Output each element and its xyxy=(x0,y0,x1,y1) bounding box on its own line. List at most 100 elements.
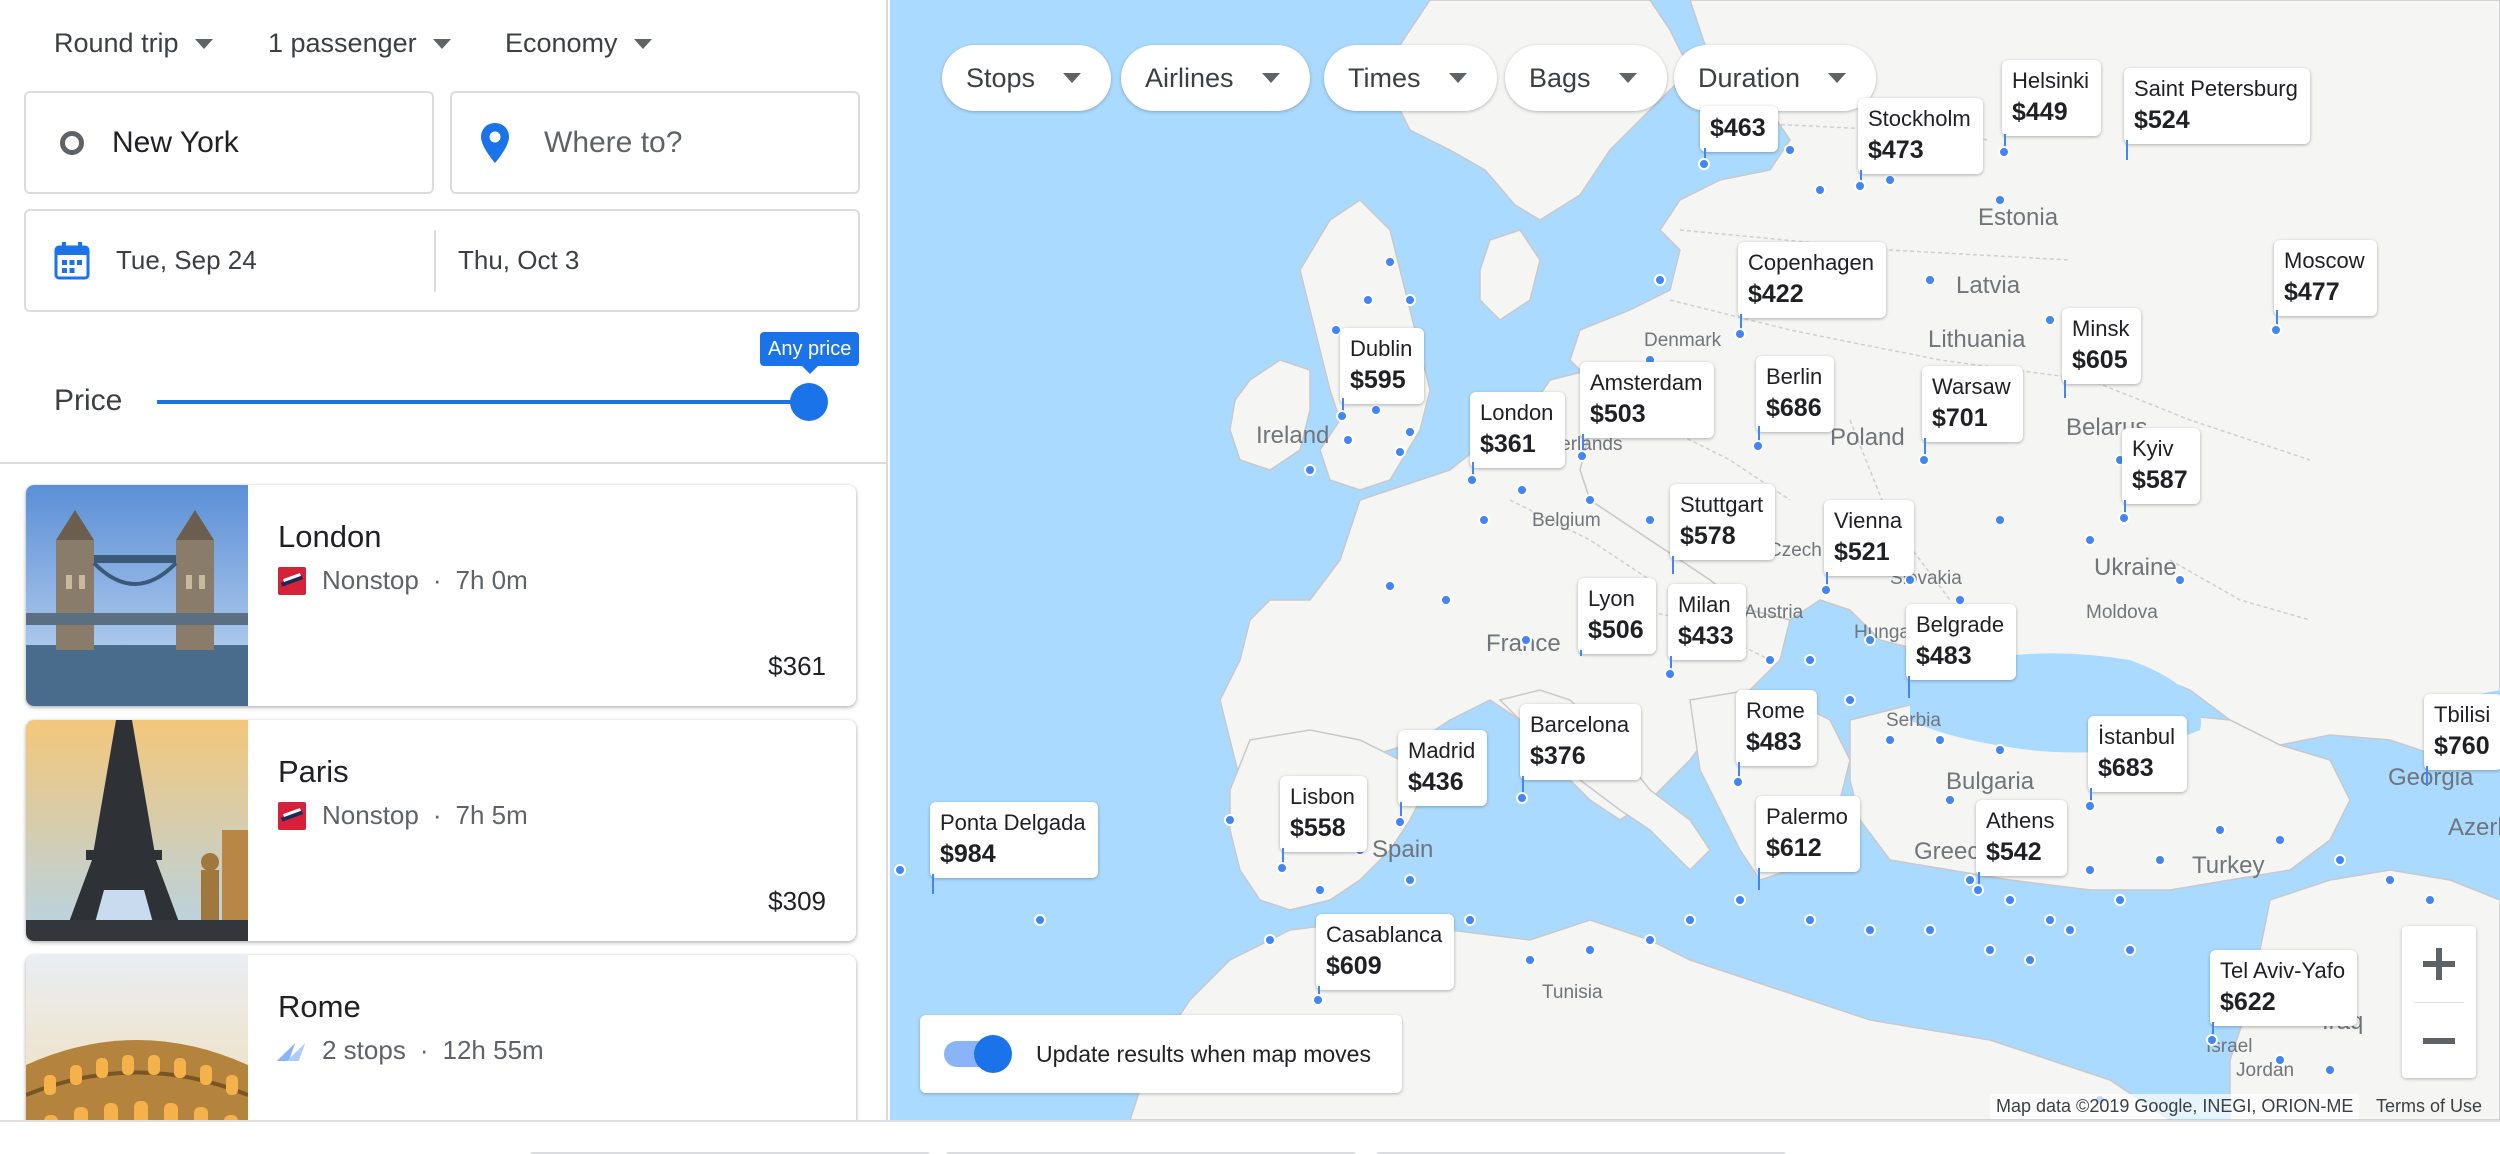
airport-dot[interactable] xyxy=(2064,924,2076,936)
airport-dot[interactable] xyxy=(1934,734,1946,746)
airport-dot[interactable] xyxy=(1394,446,1406,458)
airport-dot[interactable] xyxy=(2154,854,2166,866)
map-label-berlin[interactable]: Berlin $686 xyxy=(1756,356,1835,432)
airport-dot[interactable] xyxy=(1644,514,1656,526)
price-slider-thumb[interactable] xyxy=(790,383,828,421)
airport-dot[interactable] xyxy=(1884,174,1896,186)
date-range-field[interactable]: Tue, Sep 24 Thu, Oct 3 xyxy=(24,209,860,312)
map-label-dublin[interactable]: Dublin $595 xyxy=(1340,328,1425,404)
airport-dot[interactable] xyxy=(1864,924,1876,936)
airport-dot[interactable] xyxy=(1342,434,1354,446)
map-label-moscow[interactable]: Moscow $477 xyxy=(2274,240,2377,316)
airport-dot[interactable] xyxy=(1734,894,1746,906)
airport-dot[interactable] xyxy=(1314,884,1326,896)
map-label-amsterdam[interactable]: Amsterdam $503 xyxy=(1580,362,1715,438)
result-card-london[interactable]: London Nonstop · 7h 0m $361 xyxy=(26,485,856,706)
airport-dot[interactable] xyxy=(1404,426,1416,438)
airport-dot[interactable] xyxy=(1804,654,1816,666)
destination-map[interactable]: Estonia Latvia Lithuania Denmark Belarus… xyxy=(890,0,2500,1120)
cabin-class-select[interactable]: Economy xyxy=(505,28,652,59)
airport-dot[interactable] xyxy=(2214,824,2226,836)
map-label-istanbul[interactable]: İstanbul $683 xyxy=(2088,716,2188,792)
map-label-warsaw[interactable]: Warsaw $701 xyxy=(1922,366,2023,442)
filter-chip-stops[interactable]: Stops xyxy=(942,45,1112,111)
airport-dot[interactable] xyxy=(2044,914,2056,926)
airport-dot[interactable] xyxy=(1784,144,1796,156)
airport-dot[interactable] xyxy=(1516,484,1528,496)
map-label-rome[interactable]: Rome $483 xyxy=(1736,690,1817,766)
map-label-lyon[interactable]: Lyon $506 xyxy=(1578,578,1656,654)
airport-dot[interactable] xyxy=(2274,1054,2286,1066)
trip-type-select[interactable]: Round trip xyxy=(54,28,213,59)
airport-dot[interactable] xyxy=(2084,864,2096,876)
airport-dot[interactable] xyxy=(2114,894,2126,906)
airport-dot[interactable] xyxy=(1384,256,1396,268)
map-label-madrid[interactable]: Madrid $436 xyxy=(1398,730,1488,806)
airport-dot[interactable] xyxy=(1304,464,1316,476)
airport-dot[interactable] xyxy=(1524,954,1536,966)
map-label-casablanca[interactable]: Casablanca $609 xyxy=(1316,914,1455,990)
return-date[interactable]: Thu, Oct 3 xyxy=(458,245,579,276)
airport-dot[interactable] xyxy=(2084,534,2096,546)
map-update-toggle[interactable] xyxy=(944,1035,1012,1073)
airport-dot[interactable] xyxy=(1264,934,1276,946)
airport-dot[interactable] xyxy=(1994,514,2006,526)
passenger-select[interactable]: 1 passenger xyxy=(268,28,451,59)
airport-dot[interactable] xyxy=(1404,874,1416,886)
airport-dot[interactable] xyxy=(2424,894,2436,906)
airport-dot[interactable] xyxy=(1644,934,1656,946)
airport-dot[interactable] xyxy=(1984,944,1996,956)
terms-of-use-link[interactable]: Terms of Use xyxy=(2370,1094,2488,1119)
airport-dot[interactable] xyxy=(1370,404,1382,416)
airport-dot[interactable] xyxy=(1884,734,1896,746)
airport-dot[interactable] xyxy=(1654,274,1666,286)
map-label-minsk[interactable]: Minsk $605 xyxy=(2062,308,2142,384)
map-label-ponta-delgada[interactable]: Ponta Delgada $984 xyxy=(930,802,1098,878)
map-label-tel-aviv[interactable]: Tel Aviv-Yafo $622 xyxy=(2210,950,2358,1026)
airport-dot[interactable] xyxy=(2274,834,2286,846)
airport-dot[interactable] xyxy=(1684,914,1696,926)
airport-dot[interactable] xyxy=(1520,634,1532,646)
map-label-london[interactable]: London $361 xyxy=(1470,392,1566,468)
airport-dot[interactable] xyxy=(1362,294,1374,306)
airport-dot[interactable] xyxy=(2044,314,2056,326)
map-label-saint-petersburg[interactable]: Saint Petersburg $524 xyxy=(2124,68,2310,144)
airport-dot[interactable] xyxy=(2174,574,2186,586)
result-card-paris[interactable]: Paris Nonstop · 7h 5m $309 xyxy=(26,720,856,941)
zoom-in-button[interactable] xyxy=(2402,926,2476,1002)
airport-dot[interactable] xyxy=(1034,914,1046,926)
airport-dot[interactable] xyxy=(894,864,906,876)
map-label-belgrade[interactable]: Belgrade $483 xyxy=(1906,604,2017,680)
airport-dot[interactable] xyxy=(1924,924,1936,936)
map-label-kyiv[interactable]: Kyiv $587 xyxy=(2122,428,2200,504)
map-label-palermo[interactable]: Palermo $612 xyxy=(1756,796,1860,872)
airport-dot[interactable] xyxy=(2124,944,2136,956)
map-label-helsinki[interactable]: Helsinki $449 xyxy=(2002,60,2102,136)
airport-dot[interactable] xyxy=(2004,894,2016,906)
result-card-rome[interactable]: Rome 2 stops · 12h 55m xyxy=(26,955,856,1120)
origin-field[interactable]: New York xyxy=(24,91,434,194)
map-label-athens[interactable]: Athens $542 xyxy=(1976,800,2067,876)
airport-dot[interactable] xyxy=(2384,874,2396,886)
map-label-lisbon[interactable]: Lisbon $558 xyxy=(1280,776,1367,852)
map-label-tbilisi[interactable]: Tbilisi $760 xyxy=(2424,694,2500,770)
airport-dot[interactable] xyxy=(1814,184,1826,196)
airport-dot[interactable] xyxy=(1944,794,1956,806)
airport-dot[interactable] xyxy=(1464,914,1476,926)
airport-dot[interactable] xyxy=(1224,814,1236,826)
filter-chip-bags[interactable]: Bags xyxy=(1505,45,1667,111)
airport-dot[interactable] xyxy=(1994,194,2006,206)
airport-dot[interactable] xyxy=(1404,294,1416,306)
map-update-toggle-card[interactable]: Update results when map moves xyxy=(920,1015,1402,1093)
map-price-label[interactable]: $463 xyxy=(1700,106,1778,152)
airport-dot[interactable] xyxy=(2024,954,2036,966)
airport-dot[interactable] xyxy=(1844,694,1856,706)
airport-dot[interactable] xyxy=(1584,944,1596,956)
airport-dot[interactable] xyxy=(1440,594,1452,606)
map-label-stockholm[interactable]: Stockholm $473 xyxy=(1858,98,1983,174)
map-label-milan[interactable]: Milan $433 xyxy=(1668,584,1746,660)
map-label-barcelona[interactable]: Barcelona $376 xyxy=(1520,704,1642,780)
airport-dot[interactable] xyxy=(1384,580,1396,592)
airport-dot[interactable] xyxy=(1804,914,1816,926)
map-label-stuttgart[interactable]: Stuttgart $578 xyxy=(1670,484,1776,560)
